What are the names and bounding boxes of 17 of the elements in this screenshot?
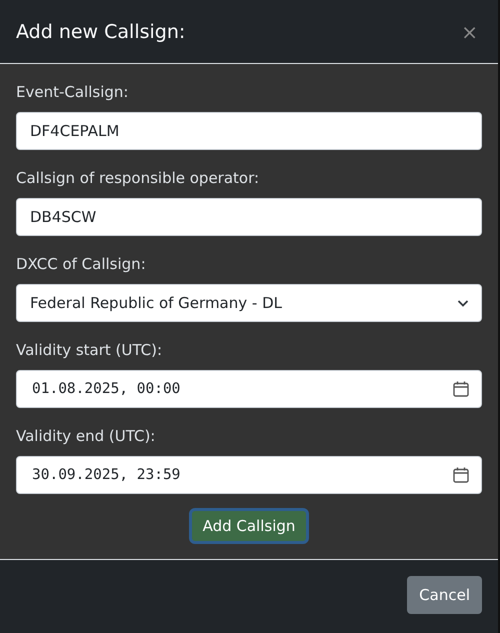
calendar-icon[interactable] bbox=[453, 467, 469, 483]
dropdown-field[interactable]: Federal Republic of Germany - DL bbox=[16, 284, 482, 322]
close-button[interactable]: × bbox=[457, 20, 482, 44]
input-field[interactable]: DF4CEPALM bbox=[16, 112, 482, 150]
field-label: Event-Callsign: bbox=[16, 82, 128, 103]
input-field[interactable]: DB4SCW bbox=[16, 198, 482, 236]
field-label: DXCC of Callsign: bbox=[16, 254, 146, 275]
cancel-button[interactable]: Cancel bbox=[407, 576, 482, 614]
field-label: Validity end (UTC): bbox=[16, 426, 156, 447]
add-callsign-button[interactable]: Add Callsign bbox=[188, 508, 310, 544]
date-time-field[interactable]: 01.08.2025, 00:00 bbox=[16, 370, 482, 408]
dialog-title: Add new Callsign: bbox=[16, 20, 186, 42]
calendar-icon[interactable] bbox=[453, 381, 469, 397]
chevron-down-icon bbox=[457, 298, 469, 308]
date-time-field[interactable]: 30.09.2025, 23:59 bbox=[16, 456, 482, 494]
field-label: Validity start (UTC): bbox=[16, 340, 162, 361]
field-label: Callsign of responsible operator: bbox=[16, 168, 260, 189]
